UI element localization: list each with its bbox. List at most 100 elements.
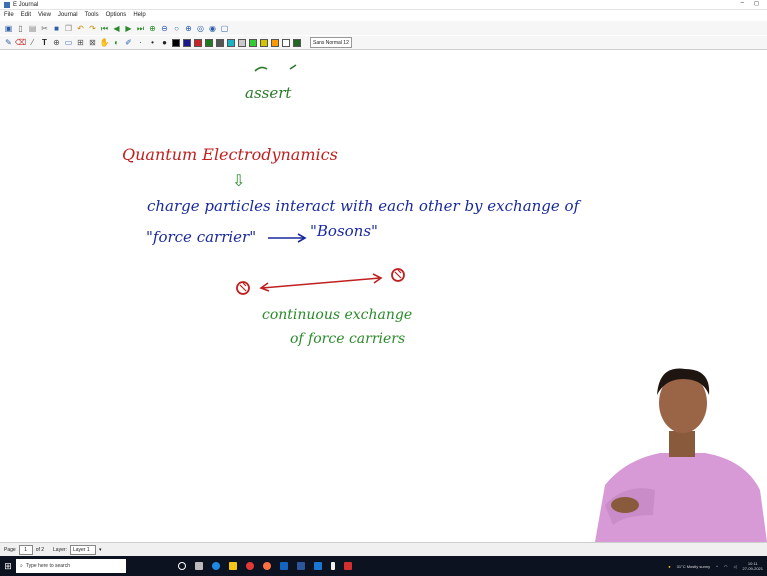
medium-line-icon[interactable]: • <box>148 38 157 47</box>
text-bosons: "Bosons" <box>310 222 378 240</box>
menu-file[interactable]: File <box>4 12 14 18</box>
color-swatch-red[interactable] <box>194 38 202 47</box>
font-selector[interactable]: Sans Normal 12 <box>310 37 352 48</box>
title-bar: E Journal – ◻ <box>0 0 767 10</box>
menu-edit[interactable]: Edit <box>21 12 31 18</box>
double-arrow-line <box>261 277 381 289</box>
color-swatch-black[interactable] <box>172 38 180 47</box>
window-controls: – ◻ <box>741 0 759 7</box>
redo-icon[interactable]: ↷ <box>88 24 97 33</box>
image-tool-icon[interactable]: ⊕ <box>52 38 61 47</box>
text-force-carrier: "force carrier" <box>146 228 256 246</box>
shape-recognizer-icon[interactable]: ◐ <box>112 38 121 47</box>
pen-icon[interactable]: ✎ <box>4 38 13 47</box>
pen-app-icon[interactable] <box>331 562 335 570</box>
thin-line-icon[interactable]: · <box>136 38 145 47</box>
next-page-icon[interactable]: ▶ <box>124 24 133 33</box>
file-explorer-icon[interactable] <box>229 562 237 570</box>
text-line-1: charge particles interact with each othe… <box>147 197 582 215</box>
heading-quantum-electrodynamics: Quantum Electrodynamics <box>122 145 338 164</box>
new-file-icon[interactable]: ▣ <box>4 24 13 33</box>
select-rect-icon[interactable]: ⊞ <box>76 38 85 47</box>
zoom-width-icon[interactable]: ◎ <box>196 24 205 33</box>
zoom-out-icon[interactable]: ⊖ <box>160 24 169 33</box>
zoom-height-icon[interactable]: ◉ <box>208 24 217 33</box>
new-page-after-icon[interactable]: ⊕ <box>148 24 157 33</box>
color-swatch-yellow[interactable] <box>260 38 268 47</box>
thick-line-icon[interactable]: ● <box>160 38 169 47</box>
select-region-icon[interactable]: ⊠ <box>88 38 97 47</box>
color-swatch-lightgreen[interactable] <box>249 38 257 47</box>
eraser-icon[interactable]: ⌫ <box>15 38 26 47</box>
fullscreen-icon[interactable]: ▢ <box>220 24 229 33</box>
mail-icon[interactable] <box>280 562 288 570</box>
text-of-force-carriers: of force carriers <box>290 331 405 347</box>
windows-taskbar: ⊞ ⌕ Type here to search ● 31°C Mostly su… <box>0 556 767 576</box>
default-pen-icon[interactable]: ✐ <box>124 38 133 47</box>
page-number-input[interactable]: 1 <box>18 544 33 555</box>
windows-icon: ⊞ <box>4 560 12 571</box>
font-size: 12 <box>343 39 349 46</box>
open-icon[interactable]: ▤ <box>28 24 37 33</box>
font-name: Sans Normal <box>313 39 342 46</box>
cortana-icon[interactable] <box>178 562 186 570</box>
copy-icon[interactable]: ❐ <box>64 24 73 33</box>
color-swatch-blue[interactable] <box>183 38 191 47</box>
save-icon[interactable]: ■ <box>52 24 61 33</box>
presenter-icon <box>585 365 767 542</box>
maximize-button[interactable]: ◻ <box>754 0 759 7</box>
menu-help[interactable]: Help <box>133 12 145 18</box>
color-swatch-gray[interactable] <box>216 38 224 47</box>
start-button[interactable]: ⊞ <box>0 556 16 576</box>
menu-view[interactable]: View <box>38 12 51 18</box>
color-swatch-darkgreen[interactable] <box>293 38 301 47</box>
menu-options[interactable]: Options <box>106 12 127 18</box>
weather-icon: ● <box>668 563 671 569</box>
chevron-down-icon[interactable]: ▾ <box>99 547 102 553</box>
pdf-icon[interactable] <box>344 562 352 570</box>
clock[interactable]: 10:11 27-09-2021 <box>743 561 763 571</box>
search-placeholder: Type here to search <box>25 563 71 569</box>
color-swatch-cyan[interactable] <box>227 38 235 47</box>
search-icon: ⌕ <box>20 563 23 569</box>
word-icon[interactable] <box>297 562 305 570</box>
firefox-icon[interactable] <box>263 562 271 570</box>
edge-icon[interactable] <box>212 562 220 570</box>
prev-page-icon[interactable]: ◀ <box>112 24 121 33</box>
zoom-normal-icon[interactable]: ○ <box>172 24 181 33</box>
task-view-icon[interactable] <box>195 562 203 570</box>
taskbar-search[interactable]: ⌕ Type here to search <box>16 559 126 573</box>
color-swatch-green[interactable] <box>205 38 213 47</box>
weather-text[interactable]: 31°C Mostly sunny <box>677 564 710 569</box>
menu-journal[interactable]: Journal <box>58 12 78 18</box>
store-icon[interactable] <box>314 562 322 570</box>
volume-icon[interactable]: ◁ <box>733 564 736 569</box>
first-page-icon[interactable]: ⏮ <box>100 24 109 33</box>
zoom-in-icon[interactable]: ⊕ <box>184 24 193 33</box>
ruler-icon[interactable]: ▭ <box>64 38 73 47</box>
color-swatch-white[interactable] <box>282 38 290 47</box>
main-toolbar: ▣ ▯ ▤ ✂ ■ ❐ ↶ ↷ ⏮ ◀ ▶ ⏭ ⊕ ⊖ ○ ⊕ ◎ ◉ ▢ <box>0 21 767 35</box>
tray-chevron-icon[interactable]: ^ <box>716 564 718 569</box>
minimize-button[interactable]: – <box>741 0 744 7</box>
layer-select[interactable]: Layer 1 <box>69 544 96 555</box>
menu-bar: File Edit View Journal Tools Options Hel… <box>0 10 767 20</box>
color-swatch-lightgray[interactable] <box>238 38 246 47</box>
clock-date: 27-09-2021 <box>742 566 763 571</box>
last-page-icon[interactable]: ⏭ <box>136 24 145 33</box>
menu-tools[interactable]: Tools <box>85 12 99 18</box>
text-tool-icon[interactable]: T <box>40 38 49 47</box>
pen-toolbar: ✎ ⌫ ⁄ T ⊕ ▭ ⊞ ⊠ ✋ ◐ ✐ · • ● Sans Normal … <box>0 36 767 50</box>
pinned-apps <box>178 562 352 570</box>
highlighter-icon[interactable]: ⁄ <box>28 38 37 47</box>
chrome-icon[interactable] <box>246 562 254 570</box>
color-swatch-orange[interactable] <box>271 38 279 47</box>
cut-icon[interactable]: ✂ <box>40 24 49 33</box>
network-icon[interactable]: ◠ <box>724 564 728 569</box>
undo-icon[interactable]: ↶ <box>76 24 85 33</box>
new-page-icon[interactable]: ▯ <box>16 24 25 33</box>
webcam-overlay <box>585 365 767 542</box>
text-assert: assert <box>245 84 292 102</box>
hand-tool-icon[interactable]: ✋ <box>100 38 110 47</box>
particle-right-hatch <box>394 269 402 279</box>
